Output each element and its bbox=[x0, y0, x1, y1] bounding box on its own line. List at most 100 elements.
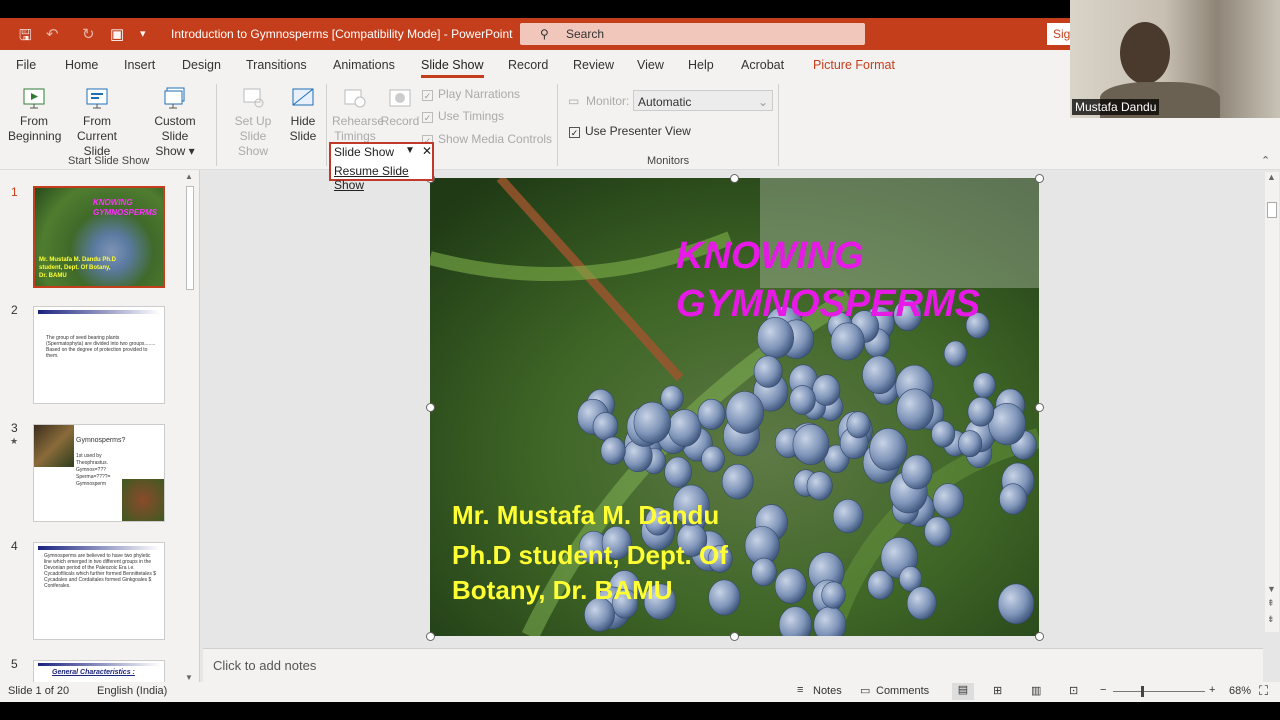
language-indicator[interactable]: English (India) bbox=[97, 685, 167, 697]
juniper-berry bbox=[924, 516, 952, 547]
slide-thumbnail-3[interactable]: Gymnosperms? 1st used by Theophrastus. G… bbox=[33, 424, 165, 522]
tab-slide-show[interactable]: Slide Show bbox=[421, 58, 484, 78]
from-current-slide-button[interactable]: From Current Slide bbox=[64, 86, 130, 159]
fit-to-window-icon[interactable]: ⛶ bbox=[1259, 683, 1268, 699]
tab-view[interactable]: View bbox=[637, 58, 664, 72]
juniper-berry bbox=[806, 471, 833, 501]
tab-insert[interactable]: Insert bbox=[124, 58, 155, 72]
editor-scrollbar[interactable]: ▲ ▼ ⇞ ⇟ bbox=[1265, 172, 1279, 632]
slideshow-start-icon bbox=[23, 88, 45, 109]
slide-thumbnail-4[interactable]: Gymnosperms are believed to have two phy… bbox=[33, 542, 165, 640]
tab-animations[interactable]: Animations bbox=[333, 58, 395, 72]
present-icon[interactable]: ▣ bbox=[110, 25, 124, 43]
show-media-controls-checkbox[interactable]: ✓ Show Media Controls bbox=[422, 132, 552, 146]
tab-acrobat[interactable]: Acrobat bbox=[741, 58, 784, 72]
use-timings-checkbox[interactable]: ✓ Use Timings bbox=[422, 109, 504, 123]
thumbnail-scrollbar[interactable]: ▲ ▼ bbox=[184, 172, 196, 682]
from-beginning-button[interactable]: From Beginning bbox=[8, 86, 61, 144]
notes-pane[interactable]: Click to add notes bbox=[203, 648, 1263, 682]
zoom-slider-thumb[interactable] bbox=[1141, 686, 1144, 697]
use-presenter-view-checkbox[interactable]: ✓ Use Presenter View bbox=[569, 124, 691, 138]
tab-review[interactable]: Review bbox=[573, 58, 614, 72]
notes-toggle-button[interactable]: Notes bbox=[813, 685, 842, 697]
record-icon bbox=[389, 89, 411, 107]
juniper-berry bbox=[633, 401, 671, 444]
play-narrations-checkbox[interactable]: ✓ Play Narrations bbox=[422, 87, 520, 101]
hide-slide-icon bbox=[292, 88, 314, 106]
thumb-subtitle: Mr. Mustafa M. Dandu Ph.D student, Dept.… bbox=[39, 257, 117, 279]
slideshow-view-icon[interactable]: ⊡ bbox=[1069, 684, 1078, 697]
checkbox-box: ✓ bbox=[569, 127, 580, 138]
popup-title: Slide Show bbox=[334, 145, 395, 159]
juniper-berry bbox=[753, 355, 783, 388]
undo-icon[interactable]: ↶ bbox=[46, 25, 59, 43]
normal-view-icon[interactable]: ▤ bbox=[952, 683, 974, 700]
resume-slide-show-button[interactable]: Resume Slide Show bbox=[334, 164, 432, 192]
slide-counter: Slide 1 of 20 bbox=[8, 685, 70, 697]
scroll-down-icon[interactable]: ▼ bbox=[185, 673, 193, 682]
thumb-body: Gymnosperms are believed to have two phy… bbox=[44, 553, 156, 589]
zoom-in-icon[interactable]: + bbox=[1209, 684, 1215, 696]
resize-handle[interactable] bbox=[426, 632, 435, 641]
scrollbar-thumb[interactable] bbox=[1267, 202, 1277, 218]
slide-sorter-icon[interactable]: ⊞ bbox=[993, 684, 1002, 697]
monitor-select[interactable]: Automatic ⌄ bbox=[633, 90, 773, 111]
comments-button[interactable]: Comments bbox=[876, 685, 929, 697]
zoom-out-icon[interactable]: − bbox=[1100, 684, 1106, 696]
tab-transitions[interactable]: Transitions bbox=[246, 58, 307, 72]
hide-slide-button[interactable]: Hide Slide bbox=[284, 86, 322, 144]
resize-handle[interactable] bbox=[730, 632, 739, 641]
scrollbar-thumb[interactable] bbox=[186, 186, 194, 290]
collapse-ribbon-icon[interactable]: ⌃ bbox=[1261, 154, 1270, 167]
resize-handle[interactable] bbox=[1035, 632, 1044, 641]
thumb-body: 1st used by Theophrastus. Gymnos=??? Spe… bbox=[76, 453, 111, 487]
popup-dropdown-icon[interactable]: ▼ bbox=[405, 145, 415, 156]
checkbox-box: ✓ bbox=[422, 112, 433, 123]
tab-file[interactable]: File bbox=[16, 58, 36, 72]
save-icon[interactable]: 🖫 bbox=[19, 25, 32, 50]
tab-home[interactable]: Home bbox=[65, 58, 98, 72]
search-box[interactable]: ⚲ Search bbox=[520, 23, 865, 45]
tab-design[interactable]: Design bbox=[182, 58, 221, 72]
scroll-up-icon[interactable]: ▲ bbox=[1267, 172, 1276, 182]
juniper-berry bbox=[896, 388, 934, 431]
zoom-level[interactable]: 68% bbox=[1229, 685, 1251, 697]
slide-thumbnail-5[interactable]: General Characteristics : bbox=[33, 660, 165, 682]
rehearse-timings-button[interactable]: Rehearse Timings bbox=[332, 86, 384, 144]
record-button[interactable]: Record bbox=[380, 86, 420, 129]
tab-help[interactable]: Help bbox=[688, 58, 714, 72]
group-label-monitors: Monitors bbox=[647, 155, 690, 167]
customize-qat-icon[interactable]: ▾ bbox=[140, 27, 146, 40]
slide-number: 2 bbox=[11, 303, 18, 317]
search-placeholder: Search bbox=[566, 27, 605, 41]
juniper-berry bbox=[701, 445, 725, 473]
cone-photo-thumb bbox=[122, 479, 164, 521]
animation-star-icon: ★ bbox=[10, 436, 19, 446]
scroll-up-icon[interactable]: ▲ bbox=[185, 172, 193, 181]
redo-icon[interactable]: ↻ bbox=[82, 25, 95, 43]
slide-canvas[interactable]: KNOWING GYMNOSPERMS Mr. Mustafa M. Dandu… bbox=[430, 178, 1039, 636]
resize-handle[interactable] bbox=[730, 174, 739, 183]
custom-slide-show-button[interactable]: Custom Slide Show ▾ bbox=[140, 86, 210, 159]
set-up-slide-show-button[interactable]: Set Up Slide Show bbox=[224, 86, 282, 159]
slideshow-current-icon bbox=[86, 88, 108, 109]
resize-handle[interactable] bbox=[1035, 403, 1044, 412]
tab-record[interactable]: Record bbox=[508, 58, 548, 72]
zoom-slider[interactable] bbox=[1113, 686, 1205, 697]
slide-thumbnail-panel: 1 KNOWING GYMNOSPERMS Mr. Mustafa M. Dan… bbox=[0, 170, 200, 682]
document-title: Introduction to Gymnosperms [Compatibili… bbox=[171, 27, 513, 41]
webcam-overlay: Mustafa Dandu bbox=[1070, 0, 1280, 118]
slide-thumbnail-2[interactable]: The group of seed bearing plants (Sperma… bbox=[33, 306, 165, 404]
juniper-berry bbox=[997, 583, 1035, 625]
scroll-down-icon[interactable]: ▼ bbox=[1267, 584, 1276, 594]
next-slide-icon[interactable]: ⇟ bbox=[1267, 614, 1275, 625]
reading-view-icon[interactable]: ▥ bbox=[1031, 684, 1041, 697]
tab-picture-format[interactable]: Picture Format bbox=[813, 58, 895, 72]
notes-toggle-icon: ≡ bbox=[797, 684, 804, 696]
previous-slide-icon[interactable]: ⇞ bbox=[1267, 598, 1275, 609]
resize-handle[interactable] bbox=[426, 403, 435, 412]
resize-handle[interactable] bbox=[1035, 174, 1044, 183]
slide-thumbnail-1[interactable]: KNOWING GYMNOSPERMS Mr. Mustafa M. Dandu… bbox=[33, 186, 165, 288]
thumb-header-bar bbox=[38, 663, 160, 666]
close-icon[interactable]: ✕ bbox=[422, 144, 432, 158]
